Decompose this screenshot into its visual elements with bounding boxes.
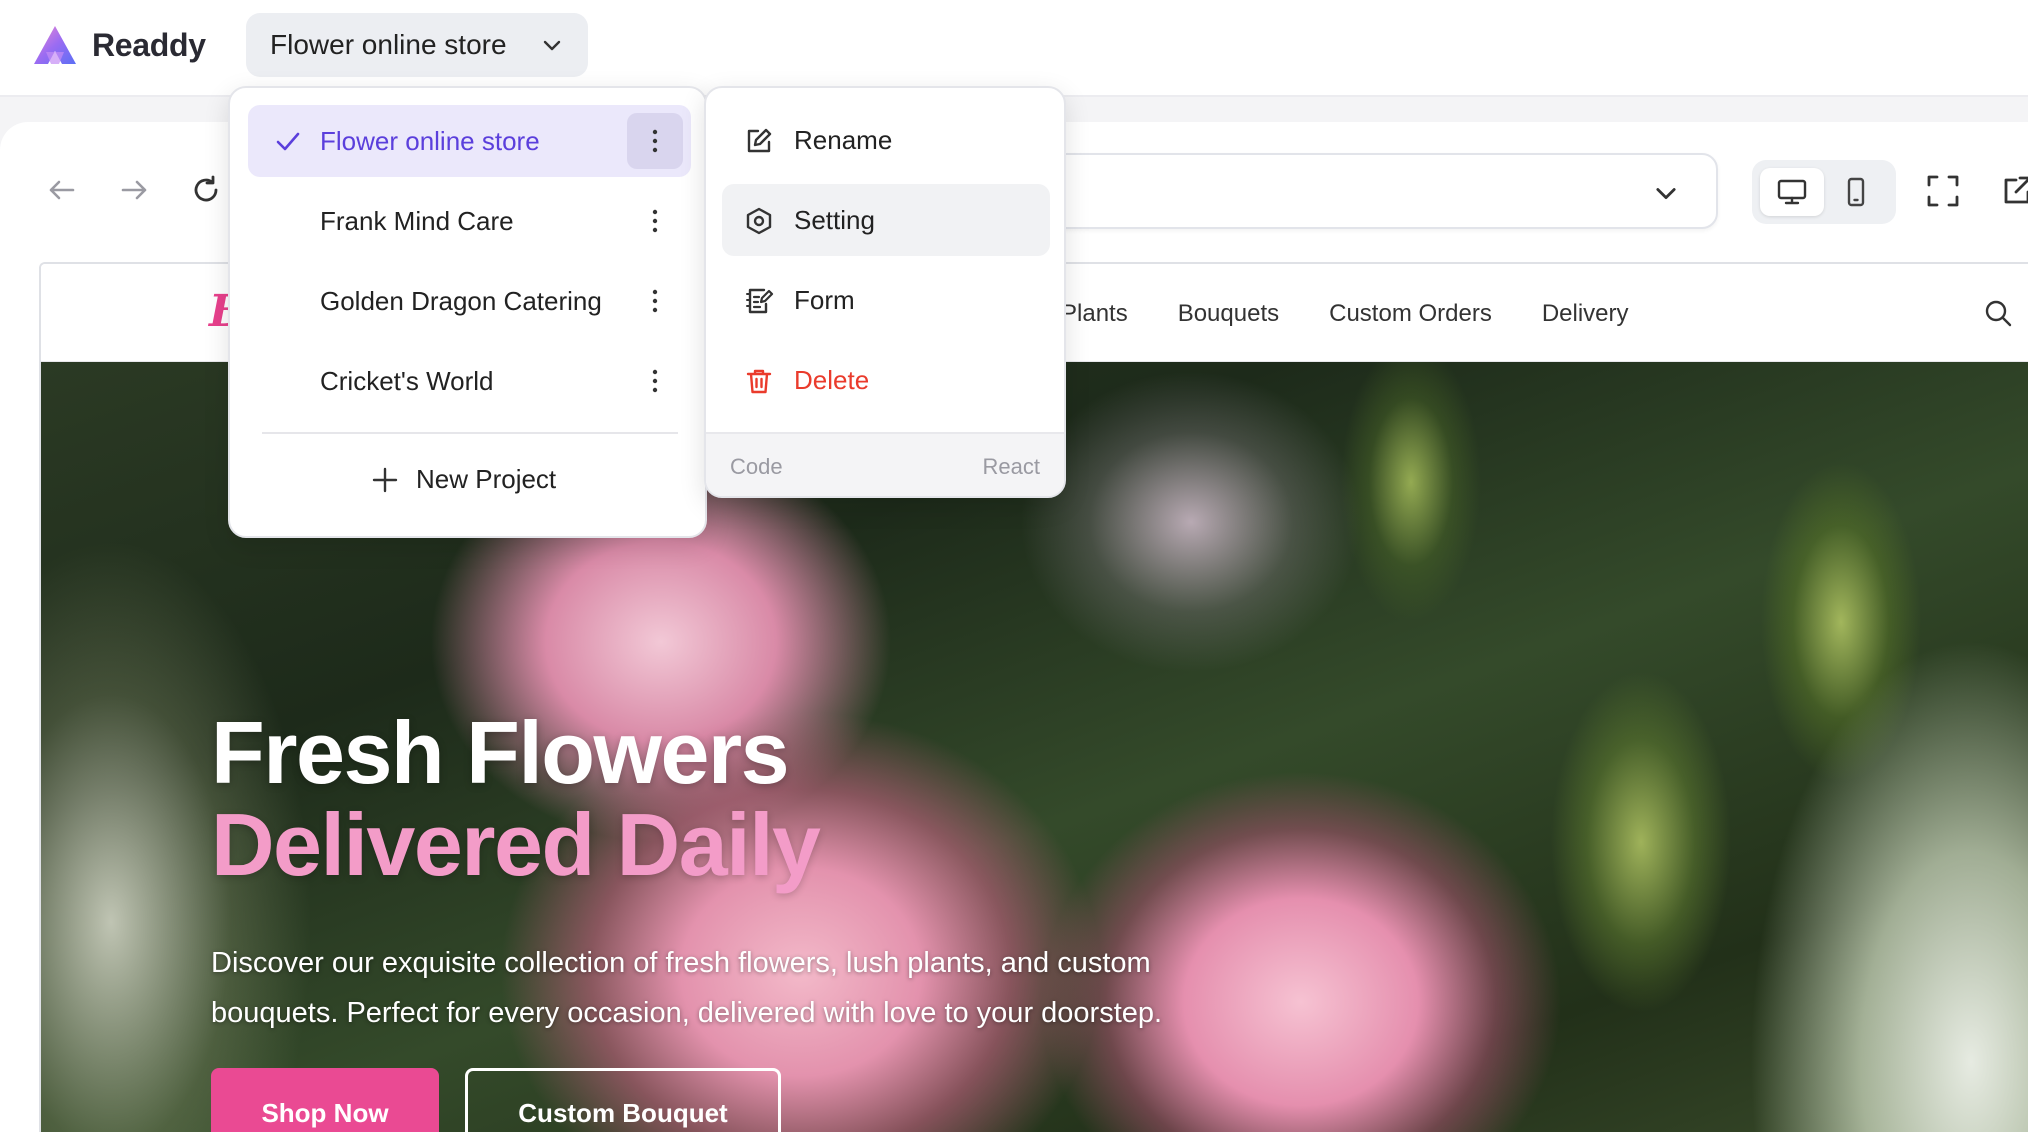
delete-label: Delete (794, 364, 870, 395)
more-vertical-icon (652, 129, 658, 153)
arrow-right-icon (121, 180, 147, 200)
custom-bouquet-button[interactable]: Custom Bouquet (465, 1068, 781, 1132)
project-dropdown-menu: Flower online store Frank Mind Care Gold… (228, 86, 707, 538)
external-link-icon[interactable] (1998, 172, 2028, 210)
setting-label: Setting (794, 204, 875, 235)
check-icon (276, 132, 300, 151)
setting-menu-item[interactable]: Setting (722, 184, 1050, 256)
site-nav-item-plants[interactable]: Plants (1061, 300, 1128, 328)
fullscreen-icon[interactable] (1924, 172, 1962, 210)
search-icon[interactable] (1983, 298, 2013, 328)
project-item-flower-online-store[interactable]: Flower online store (248, 105, 691, 177)
readdy-logo[interactable]: Readdy (32, 24, 206, 66)
current-project-label: Flower online store (270, 29, 507, 60)
back-button[interactable] (42, 170, 82, 210)
delete-menu-item[interactable]: Delete (722, 344, 1050, 416)
project-switcher-button[interactable]: Flower online store (246, 13, 588, 77)
shop-now-button[interactable]: Shop Now (211, 1068, 439, 1132)
more-vertical-icon (652, 369, 658, 393)
site-nav-item-custom-orders[interactable]: Custom Orders (1329, 300, 1492, 328)
project-item-label: Flower online store (320, 125, 540, 156)
site-nav-item-delivery[interactable]: Delivery (1542, 300, 1629, 328)
form-icon (746, 288, 774, 314)
more-vertical-icon (652, 289, 658, 313)
desktop-view-button[interactable] (1760, 168, 1824, 216)
hero-title-line1: Fresh Flowers (211, 703, 790, 802)
project-item-label: Frank Mind Care (320, 205, 514, 236)
site-nav: Plants Bouquets Custom Orders Delivery (1061, 300, 1629, 328)
forward-button[interactable] (114, 170, 154, 210)
edit-icon (747, 128, 772, 153)
phone-icon (1847, 177, 1865, 207)
url-dropdown[interactable] (1020, 153, 1718, 229)
project-more-button[interactable] (627, 273, 683, 329)
arrow-left-icon (49, 180, 75, 200)
project-context-menu: Rename Setting Form Delete Code React (704, 86, 1066, 498)
new-project-label: New Project (416, 464, 557, 494)
chevron-down-icon (543, 40, 561, 51)
project-more-button[interactable] (627, 113, 683, 169)
refresh-icon (194, 175, 218, 202)
project-item-golden-dragon-catering[interactable]: Golden Dragon Catering (248, 265, 691, 337)
device-toggle (1752, 160, 1896, 224)
mobile-view-button[interactable] (1824, 168, 1888, 216)
hero-title-line2: Delivered Daily (211, 795, 821, 894)
context-menu-footer: Code React (706, 432, 1064, 496)
app-topbar: Readdy Flower online store (0, 0, 2028, 97)
reload-button[interactable] (186, 170, 226, 210)
form-menu-item[interactable]: Form (722, 264, 1050, 336)
chevron-down-icon (1656, 188, 1676, 200)
rename-menu-item[interactable]: Rename (722, 104, 1050, 176)
trash-icon (746, 369, 772, 394)
rename-label: Rename (794, 124, 893, 155)
settings-icon (746, 207, 772, 235)
footer-framework-label: React (982, 454, 1040, 479)
project-item-frank-mind-care[interactable]: Frank Mind Care (248, 185, 691, 257)
form-label: Form (794, 284, 855, 315)
menu-divider (262, 432, 678, 434)
project-item-label: Golden Dragon Catering (320, 285, 602, 316)
project-more-button[interactable] (627, 193, 683, 249)
more-vertical-icon (652, 209, 658, 233)
plus-icon (372, 467, 398, 492)
project-more-button[interactable] (627, 353, 683, 409)
app-name: Readdy (92, 26, 206, 63)
project-item-label: Cricket's World (320, 365, 494, 396)
project-item-crickets-world[interactable]: Cricket's World (248, 345, 691, 417)
footer-code-label: Code (730, 454, 783, 479)
site-nav-item-bouquets[interactable]: Bouquets (1178, 300, 1279, 328)
new-project-button[interactable]: New Project (370, 464, 556, 495)
monitor-icon (1777, 179, 1807, 205)
hero-description: Discover our exquisite collection of fre… (211, 947, 1163, 1029)
readdy-logo-icon (34, 26, 76, 64)
